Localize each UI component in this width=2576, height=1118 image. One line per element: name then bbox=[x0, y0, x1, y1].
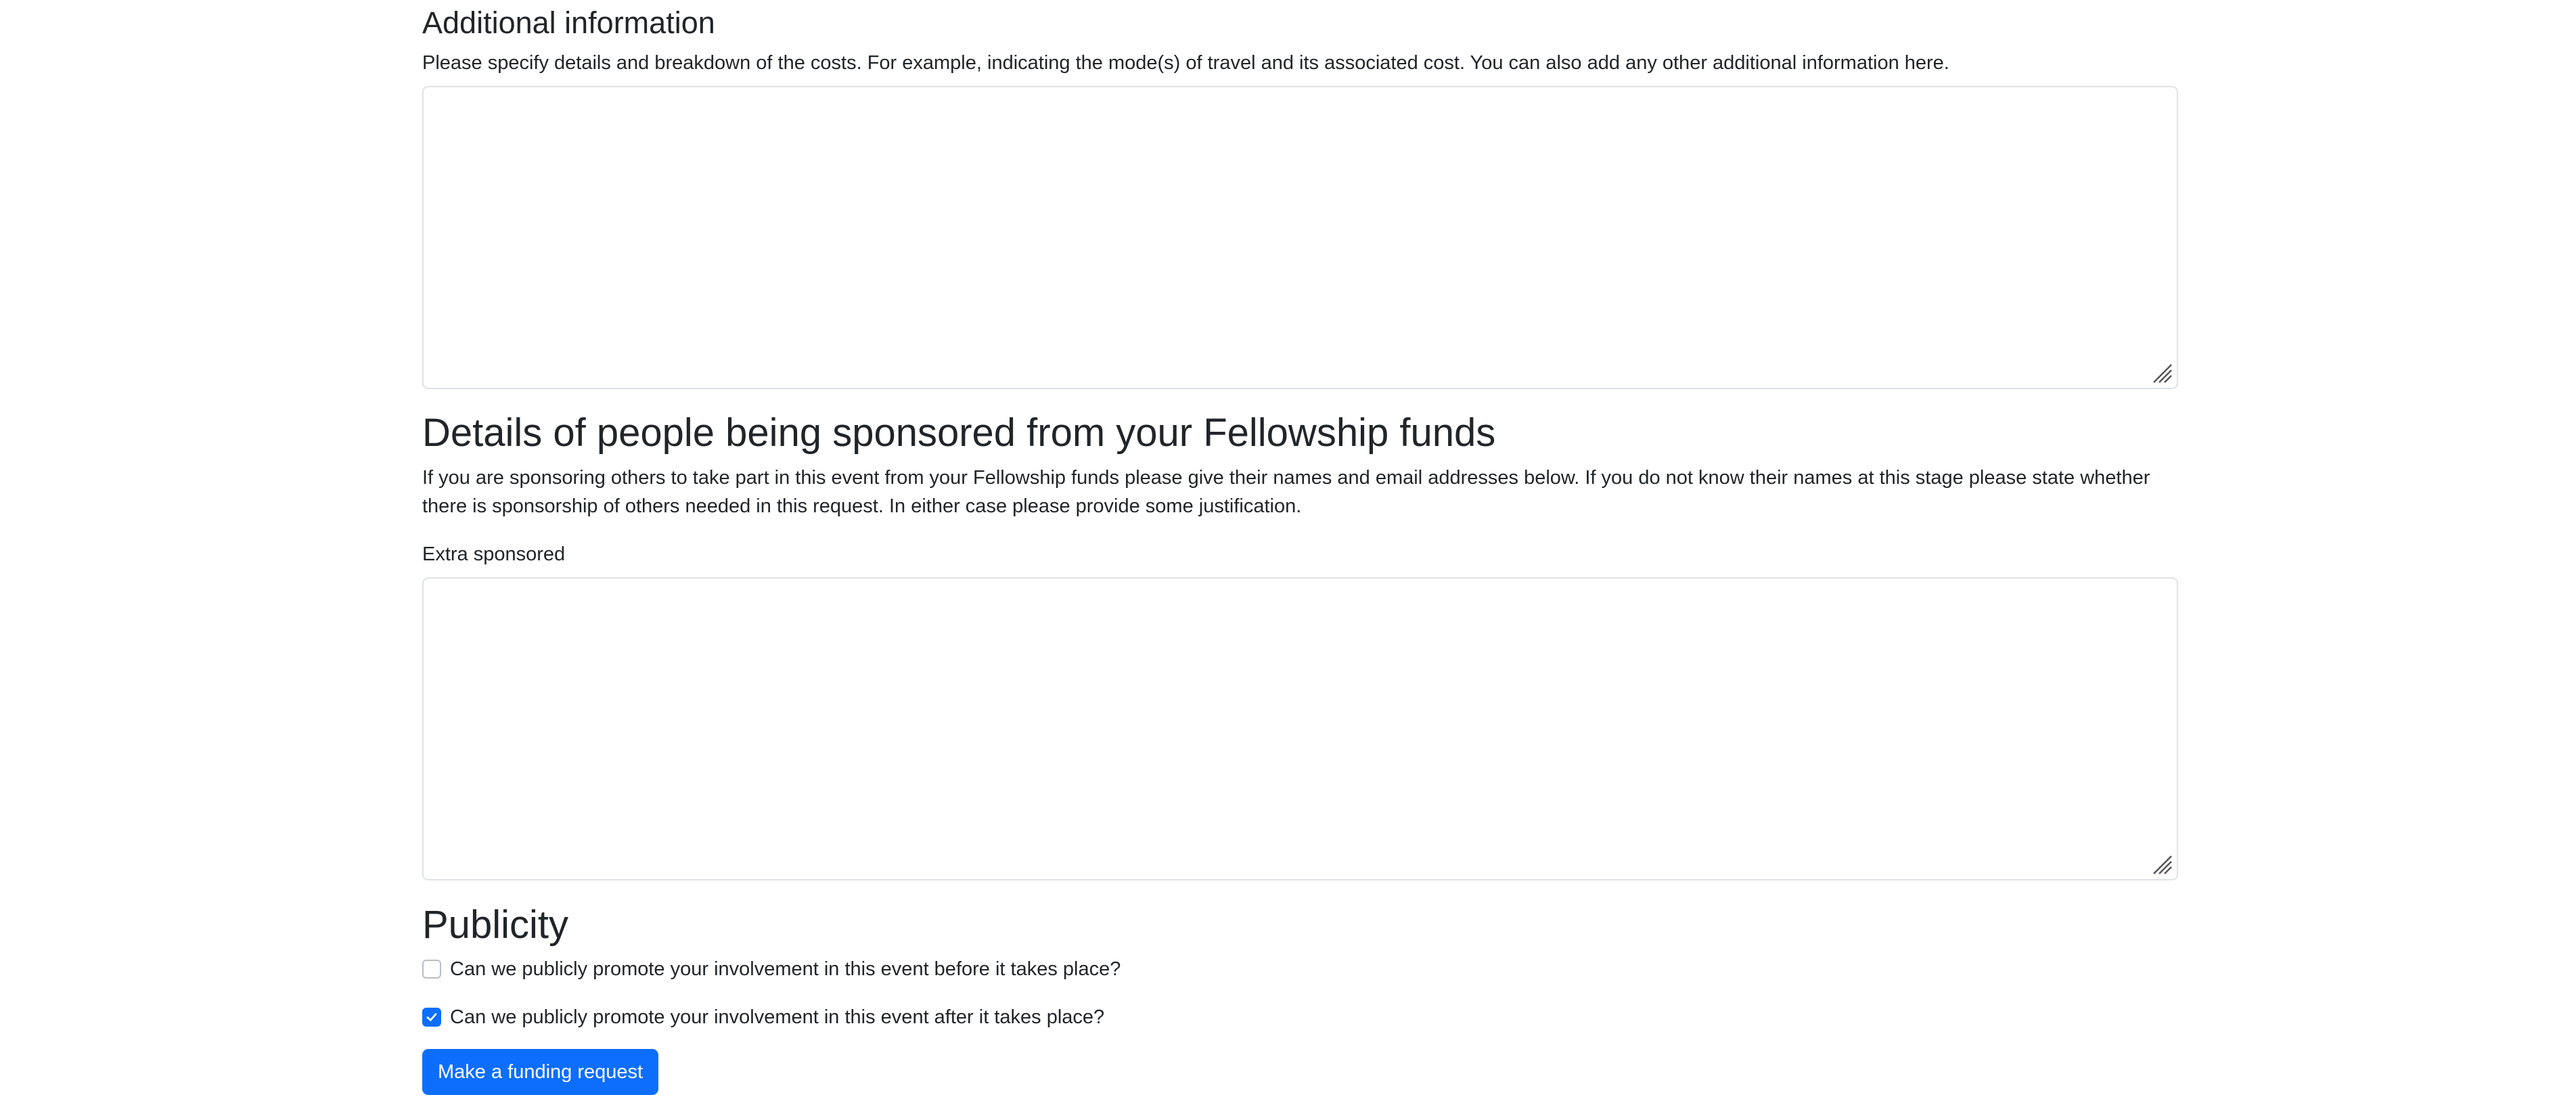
sponsored-help-text: If you are sponsoring others to take par… bbox=[422, 467, 2150, 517]
promote-before-checkbox[interactable] bbox=[422, 960, 441, 979]
extra-sponsored-textarea[interactable] bbox=[422, 577, 2178, 880]
make-funding-request-button[interactable]: Make a funding request bbox=[422, 1049, 659, 1095]
extra-sponsored-label: Extra sponsored bbox=[422, 543, 566, 565]
promote-before-row: Can we publicly promote your involvement… bbox=[422, 955, 1121, 983]
additional-information-heading: Additional information bbox=[422, 5, 715, 40]
promote-after-checkbox[interactable] bbox=[422, 1008, 441, 1027]
promote-before-label[interactable]: Can we publicly promote your involvement… bbox=[450, 955, 1121, 983]
sponsored-section-heading: Details of people being sponsored from y… bbox=[422, 411, 1496, 455]
promote-after-label[interactable]: Can we publicly promote your involvement… bbox=[450, 1003, 1104, 1031]
promote-after-row: Can we publicly promote your involvement… bbox=[422, 1003, 1104, 1031]
additional-information-help-text: Please specify details and breakdown of … bbox=[422, 52, 1949, 74]
publicity-heading: Publicity bbox=[422, 903, 568, 947]
additional-information-textarea[interactable] bbox=[422, 86, 2178, 389]
checkmark-icon bbox=[426, 1013, 437, 1021]
